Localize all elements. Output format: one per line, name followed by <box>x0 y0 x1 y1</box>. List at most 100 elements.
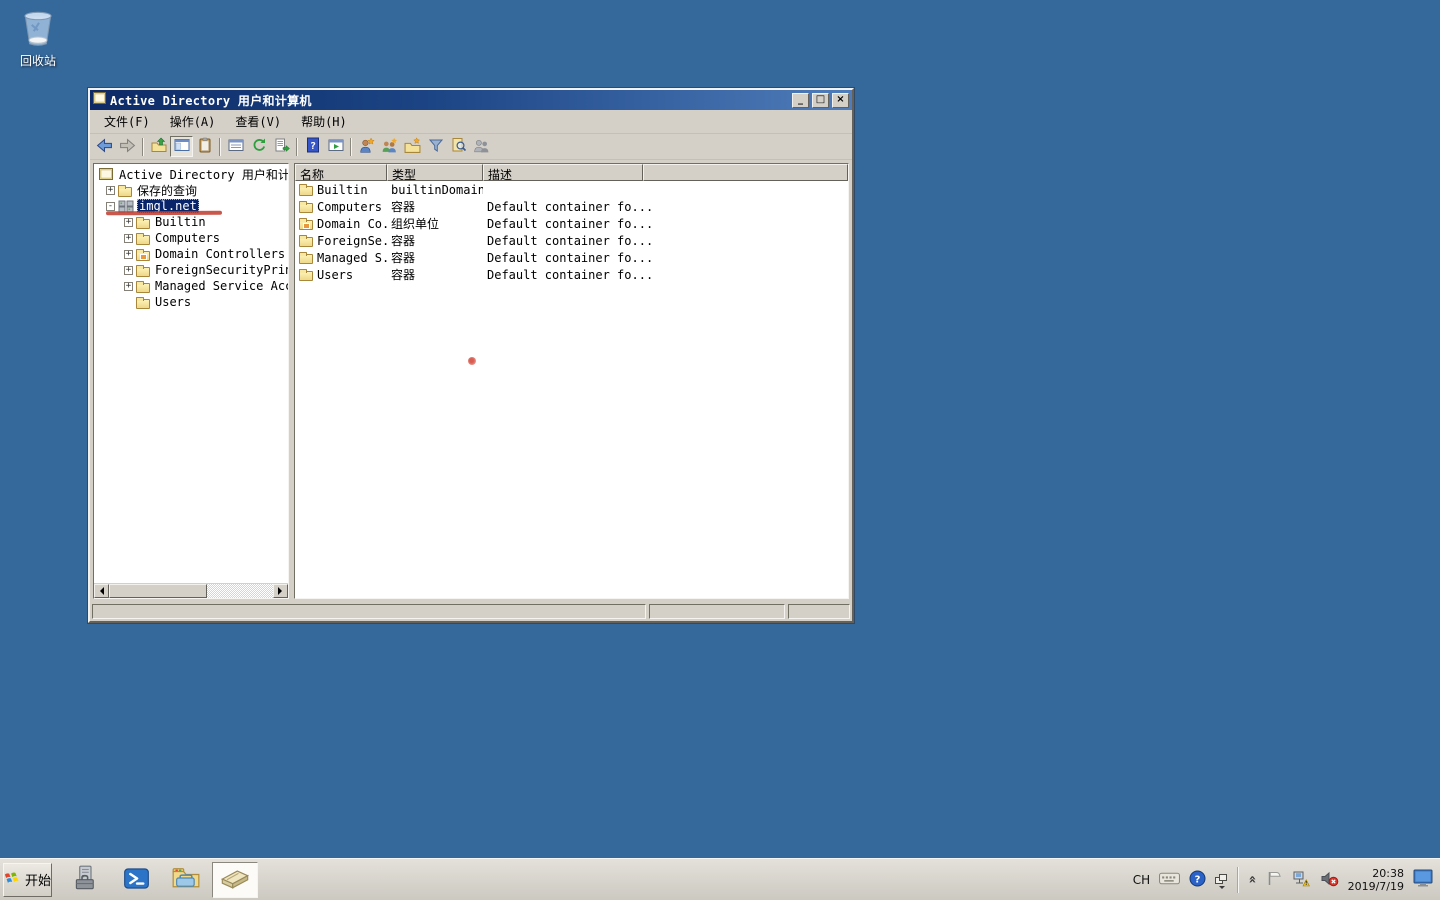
title-bar[interactable]: Active Directory 用户和计算机 _ □ × <box>90 90 852 110</box>
list-row-computers[interactable]: Computers 容器 Default container fo... <box>295 198 848 215</box>
tree-item-foreign-security-principals[interactable]: + ForeignSecurityPrincipals <box>94 262 288 278</box>
server-manager-launcher[interactable] <box>66 862 106 898</box>
list-row-domain-controllers[interactable]: Domain Co... 组织单位 Default container fo..… <box>295 215 848 232</box>
forward-button[interactable] <box>116 136 139 157</box>
new-user-button[interactable] <box>355 136 378 157</box>
clipboard-button[interactable] <box>193 136 216 157</box>
tree-item-label: Computers <box>153 231 222 245</box>
scrollbar-thumb[interactable] <box>109 584 207 598</box>
expand-toggle[interactable]: + <box>124 282 133 291</box>
show-console-tree-button[interactable] <box>170 136 193 157</box>
powershell-launcher[interactable] <box>116 862 156 898</box>
expand-toggle[interactable]: + <box>124 234 133 243</box>
list-row-builtin[interactable]: Builtin builtinDomain <box>295 181 848 198</box>
advanced-features-button[interactable] <box>470 136 493 157</box>
start-button[interactable]: 开始 <box>3 863 52 897</box>
desktop: 回收站 Active Directory 用户和计算机 _ □ × 文件(F) … <box>0 0 1440 900</box>
show-hidden-icons-chevron[interactable]: « <box>1245 875 1260 883</box>
item-description: Default container fo... <box>483 217 783 231</box>
export-list-button[interactable] <box>270 136 293 157</box>
toolbar: ? <box>90 134 852 160</box>
item-description: Default container fo... <box>483 234 783 248</box>
menu-view[interactable]: 查看(V) <box>225 110 291 133</box>
item-name: Managed S... <box>317 251 387 265</box>
column-header-description[interactable]: 描述 <box>483 164 643 181</box>
menu-help[interactable]: 帮助(H) <box>291 110 357 133</box>
windows-explorer-launcher[interactable] <box>166 862 206 898</box>
tree-item-label: Managed Service Accounts <box>153 279 288 293</box>
windows-logo-icon <box>4 870 23 889</box>
collapse-toggle[interactable]: - <box>106 202 115 211</box>
new-organizational-unit-button[interactable] <box>401 136 424 157</box>
folder-icon <box>299 254 313 264</box>
column-header-name[interactable]: 名称 <box>295 164 387 181</box>
expand-toggle[interactable]: + <box>124 266 133 275</box>
list-row-users[interactable]: Users 容器 Default container fo... <box>295 266 848 283</box>
up-one-level-icon <box>151 137 167 156</box>
column-header-type[interactable]: 类型 <box>387 164 483 181</box>
start-label: 开始 <box>25 870 51 889</box>
expand-toggle[interactable]: + <box>106 186 115 195</box>
active-task-aduc[interactable] <box>212 862 258 898</box>
tree-horizontal-scrollbar[interactable] <box>94 583 288 598</box>
display-tray-icon[interactable] <box>1413 869 1436 891</box>
up-one-level-button[interactable] <box>147 136 170 157</box>
folder-icon <box>136 267 150 277</box>
list-row-managed-service-accounts[interactable]: Managed S... 容器 Default container fo... <box>295 249 848 266</box>
volume-muted-icon[interactable] <box>1320 870 1339 890</box>
clock[interactable]: 20:38 2019/7/19 <box>1348 867 1404 893</box>
network-warning-icon[interactable]: ! <box>1292 870 1311 890</box>
list-row-foreign-security-principals[interactable]: ForeignSe... 容器 Default container fo... <box>295 232 848 249</box>
filter-button[interactable] <box>424 136 447 157</box>
item-name: Builtin <box>317 183 368 197</box>
tree-item-saved-queries[interactable]: + 保存的查询 <box>94 182 288 198</box>
expand-toggle[interactable]: + <box>124 218 133 227</box>
tree-item-root[interactable]: Active Directory 用户和计算机 <box>94 166 288 182</box>
description-bar-icon <box>328 137 344 156</box>
tree-item-label: 保存的查询 <box>135 182 199 199</box>
new-group-button[interactable] <box>378 136 401 157</box>
console-icon <box>99 168 114 181</box>
expand-toggle[interactable] <box>124 298 133 307</box>
properties-button[interactable] <box>224 136 247 157</box>
result-list-pane: 名称 类型 描述 Builtin builtinDomain Computers… <box>294 163 849 599</box>
tree-item-users[interactable]: Users <box>94 294 288 310</box>
back-button[interactable] <box>93 136 116 157</box>
tree-item-computers[interactable]: + Computers <box>94 230 288 246</box>
find-button[interactable] <box>447 136 470 157</box>
column-header-filler <box>643 164 848 181</box>
tree-item-label: Users <box>153 295 193 309</box>
help-tray-icon[interactable]: ? <box>1189 870 1206 890</box>
action-center-flag-icon[interactable] <box>1266 870 1283 890</box>
taskbar: 开始 CH ? <box>0 858 1440 900</box>
scroll-right-button[interactable] <box>273 584 288 598</box>
close-button[interactable]: × <box>832 93 849 108</box>
language-indicator[interactable]: CH <box>1133 873 1150 887</box>
expand-toggle[interactable]: + <box>124 250 133 259</box>
language-bar-restore-icon[interactable] <box>1215 874 1228 886</box>
date: 2019/7/19 <box>1348 880 1404 893</box>
minimize-button[interactable]: _ <box>792 93 809 108</box>
recycle-bin[interactable]: 回收站 <box>10 6 66 69</box>
tree-item-builtin[interactable]: + Builtin <box>94 214 288 230</box>
tree-item-managed-service-accounts[interactable]: + Managed Service Accounts <box>94 278 288 294</box>
help-button[interactable]: ? <box>301 136 324 157</box>
toolbar-separator <box>219 138 221 156</box>
advanced-features-icon <box>473 137 490 157</box>
aduc-console-icon <box>220 865 250 894</box>
menu-action[interactable]: 操作(A) <box>160 110 226 133</box>
maximize-button[interactable]: □ <box>812 93 829 108</box>
forward-icon <box>119 137 136 157</box>
scroll-left-button[interactable] <box>94 584 109 598</box>
item-type: 容器 <box>387 266 483 283</box>
refresh-button[interactable] <box>247 136 270 157</box>
tray-separator <box>1237 867 1239 893</box>
menu-file[interactable]: 文件(F) <box>94 110 160 133</box>
scrollbar-track[interactable] <box>207 584 273 598</box>
tree-item-domain-controllers[interactable]: + Domain Controllers <box>94 246 288 262</box>
keyboard-icon[interactable] <box>1159 871 1180 889</box>
ou-folder-icon <box>136 251 150 261</box>
description-bar-button[interactable] <box>324 136 347 157</box>
restore-square <box>1219 874 1227 881</box>
toolbar-separator <box>296 138 298 156</box>
